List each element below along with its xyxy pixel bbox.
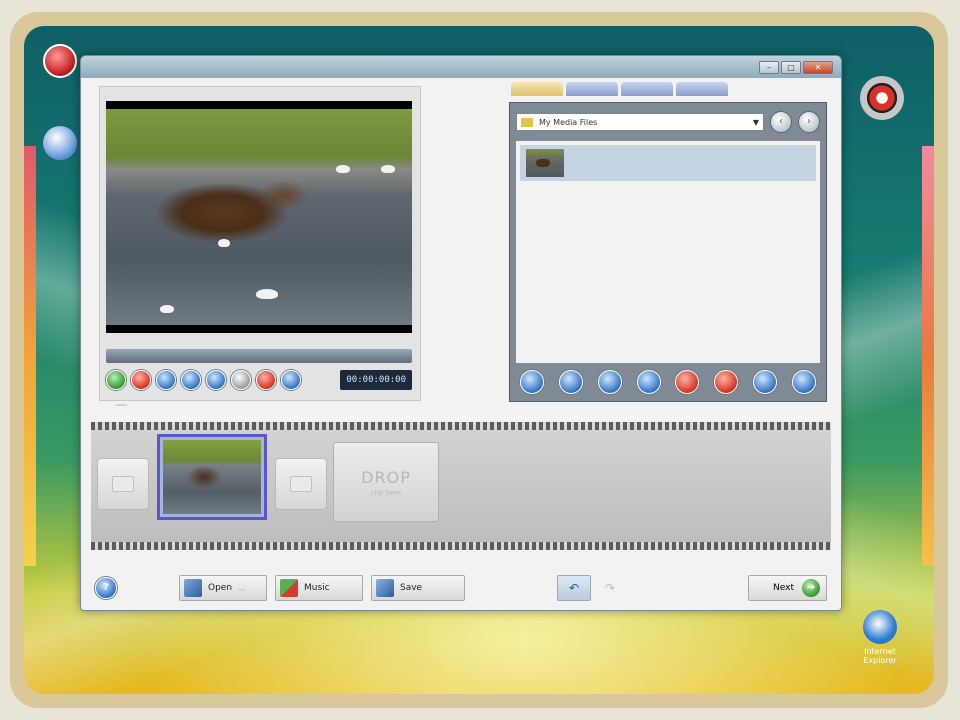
chevron-down-icon: ▼	[752, 117, 759, 127]
recycle-bin-icon[interactable]	[40, 44, 80, 81]
back-button-icon[interactable]: ‹	[770, 111, 792, 133]
bird-shape	[218, 239, 230, 247]
internet-explorer-label: Internet Explorer	[863, 647, 897, 665]
bottom-toolbar: ? Open ... Music Save ↶ ↷ Next ➔	[81, 564, 841, 610]
recycle-bin-glyph	[43, 44, 77, 78]
next-frame-icon[interactable]	[206, 370, 226, 390]
empty-slot-title: DROP	[361, 467, 411, 487]
record-icon[interactable]	[256, 370, 276, 390]
help-button[interactable]: ?	[95, 577, 117, 599]
delete-icon[interactable]	[675, 370, 700, 394]
film-strip-top	[91, 422, 831, 430]
video-frame-image	[106, 109, 412, 325]
music-label: Music	[304, 583, 330, 593]
minimize-button[interactable]: –	[759, 60, 779, 74]
clip-thumbnail	[163, 440, 261, 514]
library-tabs	[511, 82, 728, 96]
timeline-scrubber[interactable]	[106, 349, 412, 363]
window-controls: – □ ✕	[759, 60, 833, 74]
bird-shape	[336, 165, 350, 173]
open-label: Open	[208, 583, 233, 593]
preview-tabs	[99, 404, 127, 406]
open-button[interactable]: Open ...	[179, 575, 267, 601]
empty-clip-slot[interactable]: DROP clip here	[333, 442, 439, 522]
disc-glyph	[860, 76, 904, 120]
transition-slot[interactable]	[97, 458, 149, 510]
undo-button[interactable]: ↶	[557, 575, 591, 601]
user-folder-icon[interactable]	[40, 126, 80, 163]
transition-arrow-icon	[112, 476, 134, 492]
bird-shape	[160, 305, 174, 313]
video-preview[interactable]	[106, 101, 412, 333]
library-header: My Media Files ▼ ‹ ›	[516, 109, 820, 135]
storyboard: DROP clip here	[91, 422, 831, 550]
next-label: Next	[773, 583, 794, 593]
forward-button-icon[interactable]: ›	[798, 111, 820, 133]
remove-icon[interactable]	[714, 370, 739, 394]
playback-controls: 00:00:00:00	[106, 367, 412, 393]
tab-media[interactable]	[511, 82, 563, 96]
tab-clip[interactable]	[115, 404, 127, 406]
internet-explorer-glyph	[863, 610, 897, 644]
redo-button[interactable]: ↷	[599, 575, 621, 601]
disc-icon[interactable]	[860, 76, 904, 123]
music-button[interactable]: Music	[275, 575, 363, 601]
transition-slot[interactable]	[275, 458, 327, 510]
add-icon[interactable]	[791, 370, 816, 394]
save-label: Save	[400, 583, 423, 593]
media-list	[516, 141, 820, 363]
tab-transitions[interactable]	[566, 82, 618, 96]
transition-arrow-icon	[290, 476, 312, 492]
empty-slot-subtitle: clip here	[370, 488, 402, 497]
tab-effects[interactable]	[621, 82, 673, 96]
tab-project[interactable]	[99, 404, 111, 406]
next-button[interactable]: Next ➔	[748, 575, 827, 601]
preview-pane: 00:00:00:00	[99, 86, 421, 401]
desktop-right-decoration	[922, 146, 934, 566]
settings-icon[interactable]	[281, 370, 301, 390]
media-library: My Media Files ▼ ‹ ›	[509, 102, 827, 402]
tab-titles[interactable]	[676, 82, 728, 96]
library-toolbar	[516, 363, 820, 397]
window-titlebar[interactable]: – □ ✕	[81, 56, 841, 78]
bird-shape	[381, 165, 395, 173]
open-icon	[184, 579, 202, 597]
open-sub: ...	[238, 584, 245, 592]
video-editor-window: – □ ✕ 00:00:00:00 My Media Files ▼ ‹ › D…	[80, 55, 842, 611]
play-button-icon[interactable]	[106, 370, 126, 390]
desktop-left-decoration	[24, 146, 36, 566]
folder-dropdown[interactable]: My Media Files ▼	[516, 113, 764, 131]
folder-name: My Media Files	[539, 117, 598, 127]
film-icon[interactable]	[597, 370, 622, 394]
stop-button-icon[interactable]	[131, 370, 151, 390]
folder-icon	[521, 117, 533, 127]
snapshot-icon[interactable]	[181, 370, 201, 390]
internet-explorer-icon[interactable]: Internet Explorer	[860, 610, 900, 665]
close-button[interactable]: ✕	[803, 60, 833, 74]
storyboard-clip[interactable]	[157, 434, 267, 520]
effect-icon[interactable]	[636, 370, 661, 394]
film-strip-bottom	[91, 542, 831, 550]
maximize-button[interactable]: □	[781, 60, 801, 74]
media-thumbnail	[526, 149, 564, 177]
timecode-display[interactable]: 00:00:00:00	[340, 370, 412, 390]
music-icon	[280, 579, 298, 597]
sort-icon[interactable]	[753, 370, 778, 394]
save-icon	[376, 579, 394, 597]
import-icon[interactable]	[520, 370, 544, 394]
capture-icon[interactable]	[558, 370, 583, 394]
bird-shape	[256, 289, 278, 299]
volume-icon[interactable]	[231, 370, 251, 390]
media-list-item[interactable]	[520, 145, 816, 181]
next-arrow-icon: ➔	[802, 579, 820, 597]
user-folder-glyph	[43, 126, 77, 160]
prev-frame-icon[interactable]	[156, 370, 176, 390]
save-button[interactable]: Save	[371, 575, 465, 601]
